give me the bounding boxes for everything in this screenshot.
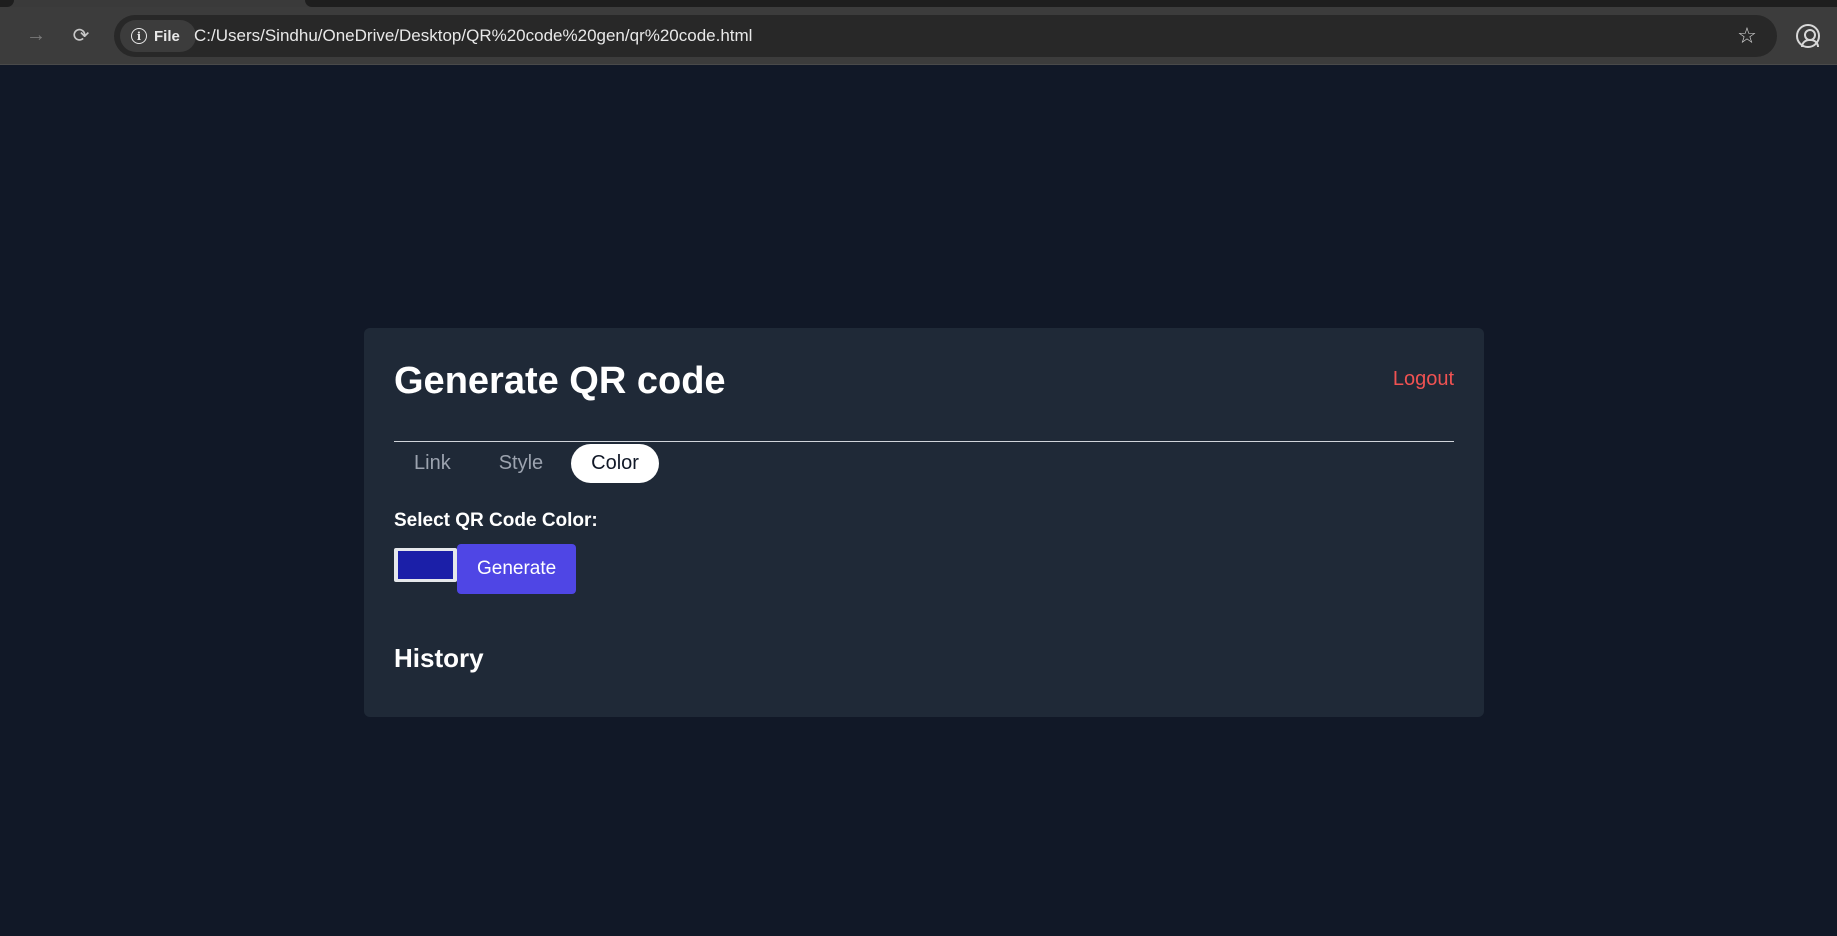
site-chip-label: File [154,27,180,45]
qr-generator-card: Generate QR code Logout Link Style Color… [364,328,1484,717]
bookmark-star-icon[interactable]: ☆ [1733,22,1761,50]
color-field-label: Select QR Code Color: [394,510,598,531]
color-controls: Generate [394,544,577,594]
tab-color[interactable]: Color [571,444,659,483]
tab-bar: Link Style Color [394,444,659,483]
logout-link[interactable]: Logout [1393,368,1454,391]
tab-strip [0,0,1837,7]
info-icon: i [131,28,147,44]
page-title: Generate QR code [394,360,726,402]
address-bar[interactable]: i File C:/Users/Sindhu/OneDrive/Desktop/… [114,15,1777,57]
tab-link[interactable]: Link [394,444,471,483]
browser-toolbar: → ⟳ i File C:/Users/Sindhu/OneDrive/Desk… [0,7,1837,65]
generate-button[interactable]: Generate [457,544,577,594]
site-info-chip[interactable]: i File [120,20,196,52]
reload-icon[interactable]: ⟳ [65,19,97,51]
color-picker-input[interactable] [394,548,457,582]
forward-arrow-icon[interactable]: → [20,19,52,51]
url-text[interactable]: C:/Users/Sindhu/OneDrive/Desktop/QR%20co… [194,26,752,46]
tab-edge [305,0,1837,7]
history-heading: History [394,643,484,673]
selected-color-fill [398,551,453,579]
card-header: Generate QR code Logout [394,358,1454,442]
profile-icon[interactable] [1796,24,1820,48]
tab-style[interactable]: Style [479,444,563,483]
tab-edge [0,0,14,7]
